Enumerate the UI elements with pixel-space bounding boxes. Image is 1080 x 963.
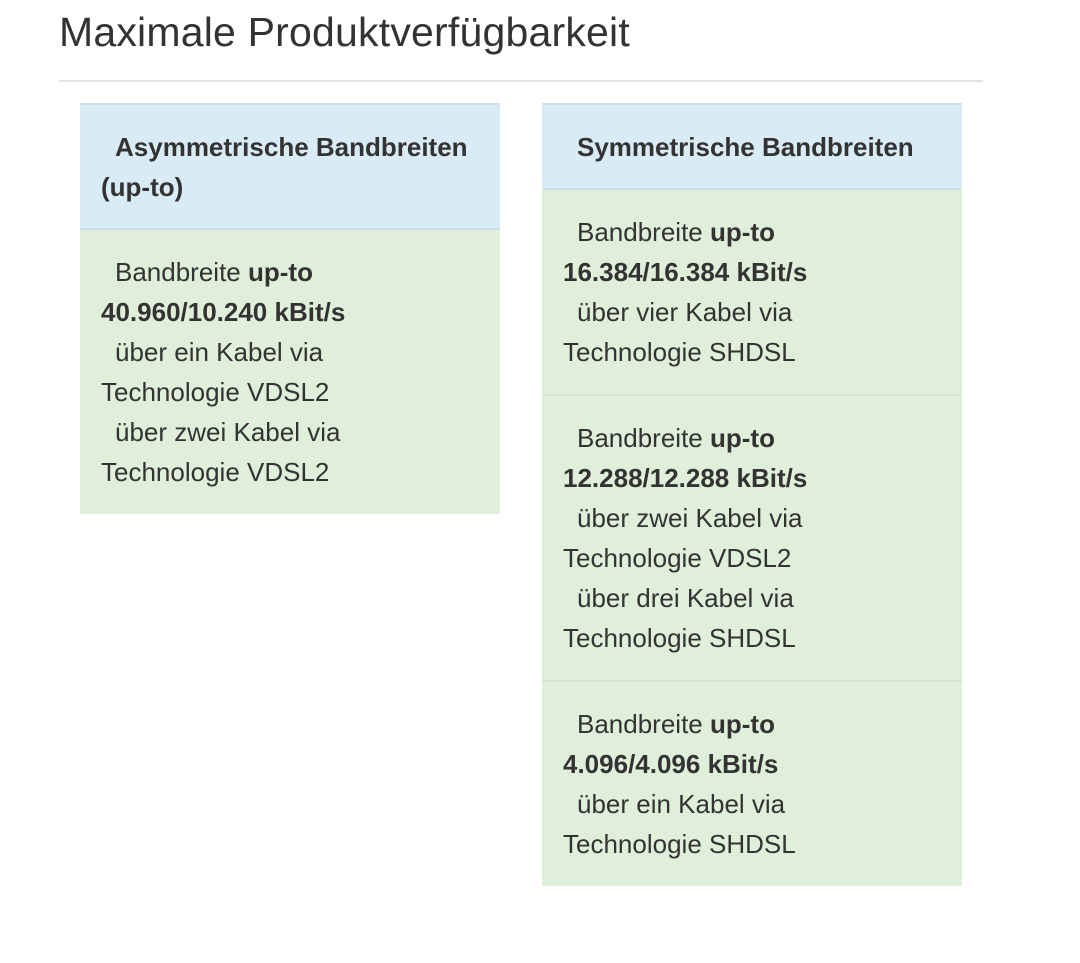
cable-option-text: über zwei Kabel via: [115, 417, 341, 447]
cable-option-technology: Technologie SHDSL: [563, 337, 796, 367]
bandwidth-prefix: Bandbreite: [577, 217, 703, 247]
bandwidth-rate: 12.288/12.288 kBit/s: [563, 463, 808, 493]
cable-option-text: über zwei Kabel via: [577, 503, 803, 533]
cable-option-technology: Technologie VDSL2: [101, 457, 330, 487]
bandwidth-prefix: Bandbreite: [577, 423, 703, 453]
bandwidth-rate: 40.960/10.240 kBit/s: [101, 297, 346, 327]
asymmetric-bandwidth-table: Asymmetrische Bandbreiten (up-to) Bandbr…: [80, 103, 500, 514]
cable-option-text: über drei Kabel via: [577, 583, 794, 613]
symmetric-header-label: Symmetrische Bandbreiten: [577, 132, 914, 162]
symmetric-header: Symmetrische Bandbreiten: [542, 103, 962, 190]
cable-option-technology: Technologie SHDSL: [563, 829, 796, 859]
cable-option-text: über vier Kabel via: [577, 297, 793, 327]
bandwidth-prefix: Bandbreite: [115, 257, 241, 287]
cable-option-technology: Technologie VDSL2: [563, 543, 792, 573]
title-divider: [59, 80, 983, 82]
bandwidth-upto: up-to: [710, 423, 775, 453]
bandwidth-cell: Bandbreite up-to 12.288/12.288 kBit/s üb…: [542, 394, 962, 680]
bandwidth-upto: up-to: [248, 257, 313, 287]
page-title: Maximale Produktverfügbarkeit: [59, 9, 630, 55]
bandwidth-rate: 4.096/4.096 kBit/s: [563, 749, 779, 779]
cable-option-technology: Technologie VDSL2: [101, 377, 330, 407]
cable-option-text: über ein Kabel via: [577, 789, 786, 819]
bandwidth-cell: Bandbreite up-to 4.096/4.096 kBit/s über…: [542, 680, 962, 886]
cable-option-technology: Technologie SHDSL: [563, 623, 796, 653]
bandwidth-cell: Bandbreite up-to 40.960/10.240 kBit/s üb…: [80, 230, 500, 514]
bandwidth-upto: up-to: [710, 217, 775, 247]
asymmetric-header-label: Asymmetrische Bandbreiten (up-to): [101, 132, 468, 202]
symmetric-bandwidth-table: Symmetrische Bandbreiten Bandbreite up-t…: [542, 103, 962, 886]
bandwidth-rate: 16.384/16.384 kBit/s: [563, 257, 808, 287]
asymmetric-header: Asymmetrische Bandbreiten (up-to): [80, 103, 500, 230]
bandwidth-cell: Bandbreite up-to 16.384/16.384 kBit/s üb…: [542, 190, 962, 394]
bandwidth-upto: up-to: [710, 709, 775, 739]
cable-option-text: über ein Kabel via: [115, 337, 324, 367]
bandwidth-prefix: Bandbreite: [577, 709, 703, 739]
